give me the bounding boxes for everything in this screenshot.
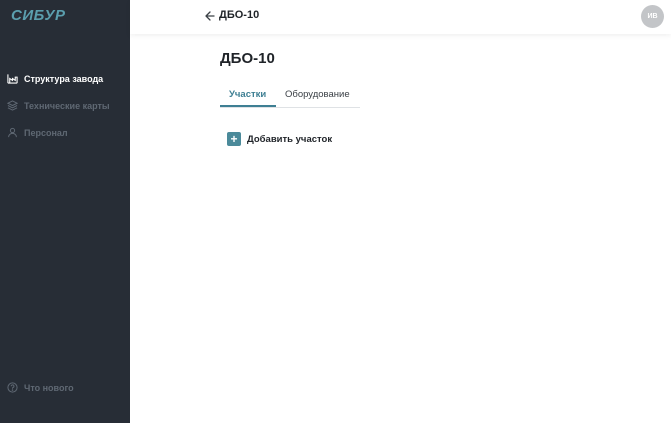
arrow-left-icon (205, 11, 215, 21)
user-icon (7, 127, 18, 138)
add-section-button[interactable]: + Добавить участок (227, 132, 332, 146)
whats-new-label: Что нового (24, 382, 74, 393)
help-circle-icon (7, 382, 18, 393)
tabs: Участки Оборудование (220, 88, 360, 108)
factory-icon (7, 73, 18, 84)
sidebar-item-personnel[interactable]: Персонал (7, 127, 68, 138)
layers-icon (7, 100, 18, 111)
sidebar: СИБУР Структура завода Технические карты (0, 0, 130, 423)
active-tab-indicator (220, 105, 276, 107)
sidebar-item-label: Структура завода (24, 73, 104, 84)
add-section-label: Добавить участок (247, 133, 333, 145)
sidebar-item-tech-cards[interactable]: Технические карты (7, 100, 110, 111)
tab-equipment[interactable]: Оборудование (285, 89, 350, 108)
plus-icon: + (227, 132, 241, 146)
sidebar-item-label: Технические карты (24, 100, 110, 111)
page-title: ДБО-10 (220, 50, 275, 67)
svg-text:СИБУР: СИБУР (11, 7, 66, 24)
avatar[interactable]: ИВ (641, 5, 664, 28)
top-bar: ДБО-10 ИВ (130, 0, 671, 34)
whats-new-link[interactable]: Что нового (7, 382, 74, 393)
app-root: СИБУР Структура завода Технические карты (0, 0, 671, 423)
back-button[interactable] (204, 9, 216, 23)
sidebar-item-plant-structure[interactable]: Структура завода (7, 73, 103, 84)
sibur-logo[interactable]: СИБУР (11, 6, 83, 24)
sidebar-item-label: Персонал (24, 127, 68, 138)
header-title: ДБО-10 (219, 9, 260, 21)
